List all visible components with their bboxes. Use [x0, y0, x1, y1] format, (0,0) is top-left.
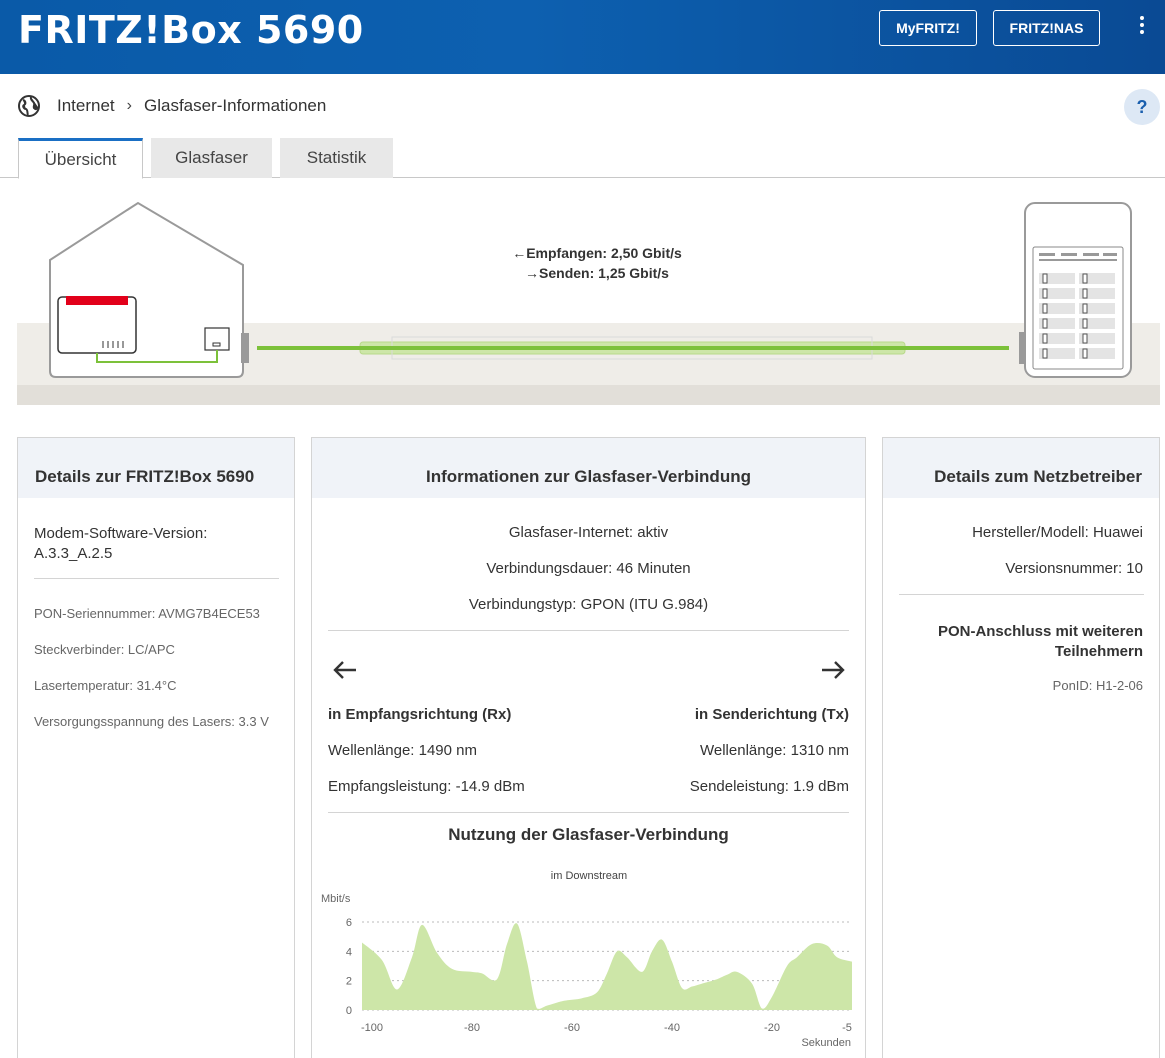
y-axis-label: Mbit/s	[321, 893, 351, 905]
version-number: Versionsnummer: 10	[1005, 560, 1143, 577]
house-icon	[49, 201, 249, 378]
x-tick-label: -60	[564, 1022, 580, 1034]
pon-title: PON-Anschluss mit weiteren Teilnehmern	[938, 622, 1143, 662]
tab-bar: Übersicht Glasfaser Statistik	[0, 138, 1165, 179]
x-tick-label: -20	[764, 1022, 780, 1034]
arrow-right-icon: →	[525, 265, 540, 281]
fritznas-button[interactable]: FRITZ!NAS	[993, 10, 1100, 46]
globe-icon	[18, 95, 40, 117]
y-tick-label: 0	[346, 1005, 352, 1017]
pon-title-line1: PON-Anschluss mit weiteren	[937, 623, 1143, 640]
x-axis-label: Sekunden	[801, 1037, 851, 1049]
tab-overview[interactable]: Übersicht	[18, 138, 143, 179]
pon-title-line2: Teilnehmern	[1054, 643, 1143, 660]
downstream-chart: im Downstream Mbit/s Sekunden 0 2 4 6 -100 -…	[321, 870, 852, 1049]
firmware-value: A.3.3_A.2.5	[34, 545, 113, 562]
arrow-left-icon: ←	[512, 245, 527, 261]
myfritz-button[interactable]: MyFRITZ!	[879, 10, 977, 46]
line-rates: ←Empfangen: 2,50 Gbit/s →Senden: 1,25 Gb…	[497, 243, 697, 283]
fritzbox-details-card: Details zur FRITZ!Box 5690 Modem-Softwar…	[17, 437, 295, 1058]
x-tick-label: -40	[664, 1022, 680, 1034]
breadcrumb: Internet › Glasfaser-Informationen	[18, 94, 326, 118]
tab-statistics[interactable]: Statistik	[280, 138, 393, 178]
help-button[interactable]: ?	[1124, 89, 1160, 125]
y-tick-label: 2	[346, 976, 352, 988]
y-tick-label: 4	[346, 946, 352, 958]
y-tick-label: 6	[346, 917, 352, 929]
x-tick-label: -5	[842, 1022, 852, 1034]
connection-illustration: ←Empfangen: 2,50 Gbit/s →Senden: 1,25 Gb…	[17, 195, 1160, 405]
manufacturer-model: Hersteller/Modell: Huawei	[972, 524, 1143, 541]
product-title: FRITZ!Box 5690	[18, 8, 364, 52]
pon-id: PonID: H1-2-06	[1052, 678, 1143, 693]
downstream-area	[362, 923, 852, 1010]
firmware-label: Modem-Software-Version:	[34, 525, 208, 542]
top-bar: FRITZ!Box 5690 MyFRITZ! FRITZ!NAS	[0, 0, 1165, 74]
breadcrumb-internet[interactable]: Internet	[57, 96, 115, 116]
send-rate: Senden: 1,25 Gbit/s	[539, 265, 669, 281]
tab-fiber[interactable]: Glasfaser	[151, 138, 272, 178]
laser-temperature: Lasertemperatur: 31.4°C	[34, 678, 177, 693]
card-title: Details zur FRITZ!Box 5690	[18, 438, 294, 498]
x-tick-label: -80	[464, 1022, 480, 1034]
connector-type: Steckverbinder: LC/APC	[34, 642, 175, 657]
fiber-info-card: Informationen zur Glasfaser-Verbindung G…	[311, 437, 866, 1058]
exchange-icon	[1019, 202, 1132, 378]
pon-serial: PON-Seriennummer: AVMG7B4ECE53	[34, 606, 260, 621]
chart-title: im Downstream	[551, 870, 627, 882]
laser-voltage: Versorgungsspannung des Lasers: 3.3 V	[34, 714, 269, 729]
operator-details-card: Details zum Netzbetreiber Hersteller/Mod…	[882, 437, 1160, 1058]
card-title: Details zum Netzbetreiber	[883, 438, 1159, 498]
x-tick-label: -100	[361, 1022, 383, 1034]
chevron-right-icon: ›	[126, 97, 132, 114]
fiber-line-diagram	[17, 201, 1160, 405]
more-menu-icon[interactable]	[1134, 16, 1150, 40]
breadcrumb-current: Glasfaser-Informationen	[143, 96, 327, 115]
receive-rate: Empfangen: 2,50 Gbit/s	[526, 245, 682, 261]
